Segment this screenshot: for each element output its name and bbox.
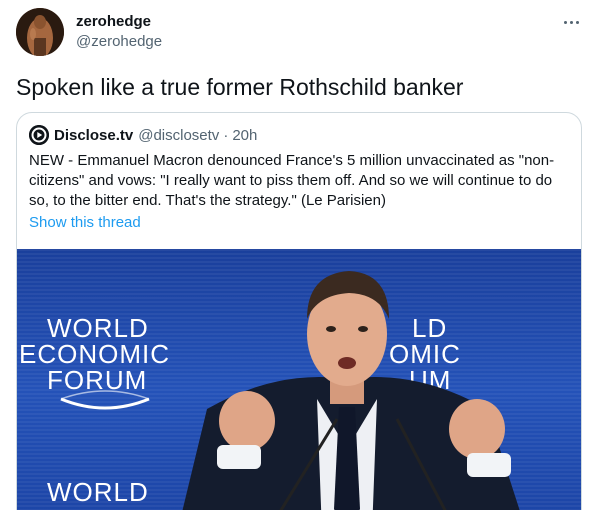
quote-author-handle[interactable]: @disclosetv: [138, 127, 219, 144]
quote-author-name[interactable]: Disclose.tv: [54, 127, 133, 144]
quote-text: NEW - Emmanuel Macron denounced France's…: [29, 151, 569, 211]
more-dots-icon: [563, 20, 567, 24]
quote-separator: ·: [223, 126, 229, 144]
quote-header: Disclose.tv @disclosetv · 20h: [29, 125, 257, 145]
author-avatar[interactable]: [16, 8, 64, 56]
show-thread-link[interactable]: Show this thread: [29, 213, 141, 233]
quoted-tweet[interactable]: Disclose.tv @disclosetv · 20h NEW - Emma…: [16, 112, 582, 510]
quote-media-image[interactable]: WORLD ECONOMIC FORUM WORLD LD OMIC UM: [17, 249, 581, 510]
more-dot: [569, 20, 573, 24]
author-handle[interactable]: @zerohedge: [76, 32, 162, 52]
more-options-button[interactable]: [556, 10, 586, 34]
more-dot: [575, 20, 579, 24]
quote-text-line: so, to the bitter end. That's the strate…: [29, 192, 386, 209]
play-circle-icon[interactable]: [29, 125, 49, 145]
quote-timestamp[interactable]: 20h: [232, 127, 257, 144]
quote-text-line: citizens" and vows: "I really want to pi…: [29, 172, 553, 189]
banner-word: FORUM: [47, 365, 147, 395]
tweet: zerohedge @zerohedge Spoken like a true …: [0, 0, 594, 510]
banner-word: WORLD: [47, 477, 149, 507]
tweet-text: Spoken like a true former Rothschild ban…: [16, 74, 464, 100]
media-photo: WORLD ECONOMIC FORUM WORLD LD OMIC UM: [17, 249, 581, 510]
author-display-name[interactable]: zerohedge: [76, 12, 151, 32]
quote-text-line: NEW - Emmanuel Macron denounced France's…: [29, 152, 555, 169]
avatar-photo-icon: [16, 8, 64, 56]
